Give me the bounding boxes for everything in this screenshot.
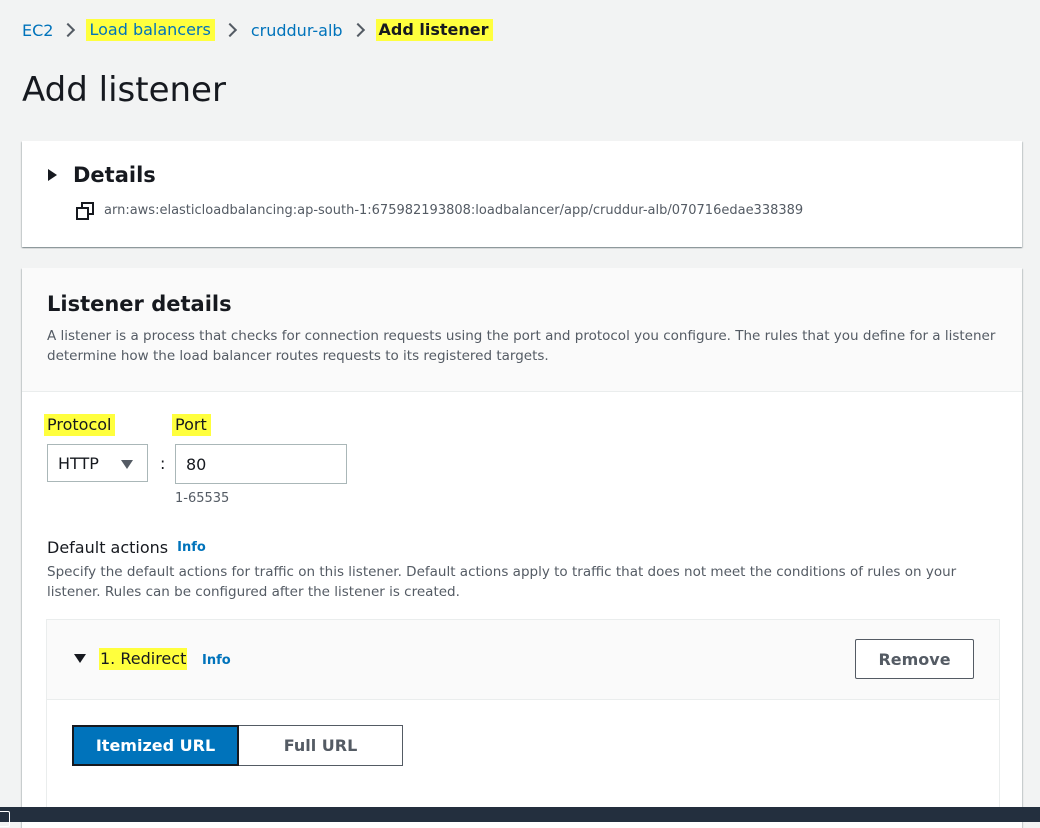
listener-details-header: Listener details A listener is a process… [22,268,1022,392]
breadcrumb-ec2[interactable]: EC2 [22,21,53,40]
dropdown-caret-icon [121,460,133,469]
chevron-right-icon [350,22,365,38]
redirect-info-link[interactable]: Info [202,653,231,668]
caret-right-icon [48,169,57,181]
breadcrumb-current: Add listener [375,19,493,41]
itemized-url-tab[interactable]: Itemized URL [72,725,239,766]
protocol-port-separator: : [160,454,166,473]
full-url-tab[interactable]: Full URL [239,725,403,766]
arn-row: arn:aws:elasticloadbalancing:ap-south-1:… [76,201,804,220]
redirect-action-container: 1. Redirect Info Remove Itemized URL Ful… [46,619,1000,821]
details-title: Details [73,163,156,187]
taskbar [0,807,1040,827]
listener-details-panel: Listener details A listener is a process… [22,268,1022,828]
redirect-action-title: 1. Redirect [99,648,188,670]
port-label: Port [172,414,211,436]
url-mode-toggle: Itemized URL Full URL [72,725,403,766]
default-actions-info-link[interactable]: Info [177,540,206,555]
port-input[interactable] [175,444,347,484]
page-title: Add listener [22,70,226,110]
protocol-select[interactable]: HTTP [47,444,148,482]
remove-button[interactable]: Remove [855,639,974,679]
default-actions-heading: Default actions Info [47,538,206,557]
copy-icon[interactable] [76,201,94,220]
breadcrumb-cruddur-alb[interactable]: cruddur-alb [251,21,343,40]
listener-details-description: A listener is a process that checks for … [47,328,996,364]
protocol-select-value: HTTP [58,453,99,473]
redirect-action-header: 1. Redirect Info Remove [47,620,999,700]
chevron-right-icon [61,22,76,38]
listener-details-title: Listener details [47,292,232,316]
load-balancer-arn: arn:aws:elasticloadbalancing:ap-south-1:… [104,202,804,218]
breadcrumb: EC2 Load balancers cruddur-alb Add liste… [22,17,493,43]
window-icon[interactable] [0,811,10,827]
caret-down-icon[interactable] [74,654,86,663]
breadcrumb-load-balancers[interactable]: Load balancers [86,19,215,41]
default-actions-label: Default actions [47,538,169,557]
port-range-hint: 1-65535 [175,491,230,506]
chevron-right-icon [222,22,237,38]
details-panel: Details arn:aws:elasticloadbalancing:ap-… [22,141,1022,247]
protocol-label: Protocol [44,414,116,436]
details-toggle[interactable]: Details [48,163,156,187]
default-actions-description: Specify the default actions for traffic … [47,564,957,600]
